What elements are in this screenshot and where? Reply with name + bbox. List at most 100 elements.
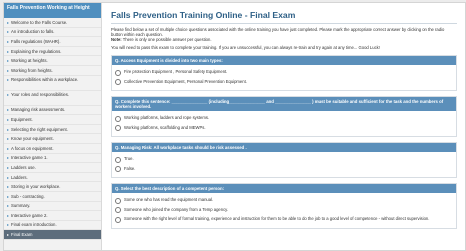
bullet-arrow-icon: ▸ <box>7 126 10 132</box>
sidebar-item[interactable]: ▸ An introduction to falls. <box>4 28 101 38</box>
answer-label: True. <box>124 156 134 161</box>
intro-instructions: Please find below a set of multiple choi… <box>111 27 457 42</box>
sidebar-item[interactable]: ▸ Ladders. <box>4 173 101 183</box>
bullet-arrow-icon: ▸ <box>7 174 10 180</box>
answer-label: Someone who joined the company from a Te… <box>124 206 229 212</box>
intro-note-label: Note: <box>111 37 122 42</box>
bullet-arrow-icon: ▸ <box>7 193 10 199</box>
sidebar-item[interactable]: ▸ Equipment. <box>4 115 101 125</box>
answer-option[interactable]: Fire protection Equipment , Personal Saf… <box>115 69 453 76</box>
sidebar-item-label: Welcome to the Falls Course. <box>11 19 68 25</box>
answer-radio[interactable] <box>115 125 121 131</box>
answer-option[interactable]: Working platforms, scaffolding and MEWPs… <box>115 125 453 131</box>
question-block: Q. Select the best description of a comp… <box>111 183 457 229</box>
sidebar-item-label: Managing risk assessments. <box>11 107 66 113</box>
bullet-arrow-icon: ▸ <box>7 91 10 97</box>
question-text: Q. Access Equipment is divided into two … <box>112 56 456 65</box>
bullet-arrow-icon: ▸ <box>7 232 10 238</box>
sidebar-item-label: Ladders. <box>11 174 28 180</box>
sidebar-item[interactable]: ▸ Ladders use. <box>4 163 101 173</box>
sidebar-item[interactable]: ▸ Storing in your workplace. <box>4 182 101 192</box>
answer-radio[interactable] <box>115 166 121 172</box>
sidebar-item[interactable]: ▸ Working from heights. <box>4 66 101 76</box>
answer-radio[interactable] <box>115 156 121 163</box>
sidebar-item[interactable]: ▸ Final Exam <box>4 230 101 240</box>
sidebar-item-label: Summary. <box>11 203 31 209</box>
sidebar-item[interactable]: ▸ Managing risk assessments. <box>4 106 101 116</box>
sidebar-item[interactable]: ▸ Interactive game 2. <box>4 211 101 221</box>
bullet-arrow-icon: ▸ <box>7 222 10 228</box>
sidebar-item[interactable]: ▸ Sub - contracting. <box>4 192 101 202</box>
title-divider <box>111 23 457 24</box>
sidebar-item-label: Working from heights. <box>11 67 53 73</box>
app-window: Falls Prevention Working at Height ▸ Welc… <box>3 2 466 251</box>
main-content: Falls Prevention Training Online - Final… <box>105 3 463 250</box>
bullet-arrow-icon: ▸ <box>7 107 10 113</box>
bullet-arrow-icon: ▸ <box>7 76 10 82</box>
answer-radio[interactable] <box>115 79 121 85</box>
bullet-arrow-icon: ▸ <box>7 184 10 190</box>
page-title: Falls Prevention Training Online - Final… <box>111 10 296 20</box>
sidebar-item[interactable]: ▸ Welcome to the Falls Course. <box>4 18 101 28</box>
sidebar-item[interactable]: ▸ Interactive game 1. <box>4 154 101 164</box>
question-block: Q. Managing Risk: All workplace tasks sh… <box>111 142 457 178</box>
sidebar-item[interactable]: ▸ Responsibilities within a workplace. <box>4 76 101 91</box>
answer-radio[interactable] <box>115 207 121 213</box>
intro-good-luck: You will need to pass this exam to compl… <box>111 45 380 50</box>
bullet-arrow-icon: ▸ <box>7 212 10 218</box>
answer-option[interactable]: Collective Prevention Equipment, Persona… <box>115 79 453 85</box>
bullet-arrow-icon: ▸ <box>7 29 10 35</box>
sidebar-item-label: Final Exam <box>11 232 33 238</box>
sidebar-item-label: A focus on equipment. <box>11 145 54 151</box>
bullet-arrow-icon: ▸ <box>7 58 10 64</box>
sidebar-item-label: Your roles and responsibilities. <box>11 91 70 97</box>
answer-option[interactable]: Someone with the right level of formal t… <box>115 216 453 223</box>
question-text: Q. Managing Risk: All workplace tasks sh… <box>112 143 456 152</box>
sidebar-item[interactable]: ▸ Final exam introduction. <box>4 221 101 231</box>
bullet-arrow-icon: ▸ <box>7 164 10 170</box>
bullet-arrow-icon: ▸ <box>7 203 10 209</box>
sidebar-item-label: Interactive game 2. <box>11 212 48 218</box>
bullet-arrow-icon: ▸ <box>7 38 10 44</box>
sidebar-item-label: Know your equipment. <box>11 136 54 142</box>
bullet-arrow-icon: ▸ <box>7 67 10 73</box>
answer-option[interactable]: Someone who joined the company from a Te… <box>115 206 453 213</box>
course-sidebar: Falls Prevention Working at Height ▸ Welc… <box>4 3 102 250</box>
sidebar-item[interactable]: ▸ Selecting the right equipment. <box>4 125 101 135</box>
answer-options: True. False. <box>112 152 456 177</box>
answer-option[interactable]: True. <box>115 156 453 163</box>
sidebar-item-label: Selecting the right equipment. <box>11 126 68 132</box>
sidebar-item[interactable]: ▸ Explaining the regulations. <box>4 47 101 57</box>
answer-label: False. <box>124 165 136 171</box>
answer-radio[interactable] <box>115 69 121 76</box>
sidebar-header: Falls Prevention Working at Height <box>4 3 101 18</box>
sidebar-item[interactable]: ▸ Your roles and responsibilities. <box>4 91 101 106</box>
sidebar-item-label: Interactive game 1. <box>11 155 48 161</box>
bullet-arrow-icon: ▸ <box>7 19 10 25</box>
answer-option[interactable]: Some one who has read the equipment manu… <box>115 197 453 204</box>
question-block: Q. Complete this sentence: _____________… <box>111 96 457 137</box>
sidebar-item[interactable]: ▸ A focus on equipment. <box>4 144 101 154</box>
sidebar-item-label: Falls regulations (WAHR). <box>11 38 61 44</box>
answer-radio[interactable] <box>115 197 121 204</box>
answer-label: Someone with the right level of formal t… <box>124 216 430 221</box>
answer-radio[interactable] <box>115 115 121 122</box>
question-list: Q. Access Equipment is divided into two … <box>105 55 463 229</box>
sidebar-item-label: Sub - contracting. <box>11 193 45 199</box>
sidebar-item-label: Explaining the regulations. <box>11 48 62 54</box>
sidebar-item-label: Working at heights. <box>11 58 48 64</box>
answer-option[interactable]: False. <box>115 165 453 172</box>
bullet-arrow-icon: ▸ <box>7 155 10 161</box>
answer-options: Some one who has read the equipment manu… <box>112 193 456 228</box>
sidebar-item-label: Storing in your workplace. <box>11 184 61 190</box>
answer-label: Some one who has read the equipment manu… <box>124 197 214 202</box>
sidebar-item[interactable]: ▸ Know your equipment. <box>4 134 101 144</box>
answer-radio[interactable] <box>115 216 121 223</box>
bullet-arrow-icon: ▸ <box>7 116 10 122</box>
sidebar-item[interactable]: ▸ Falls regulations (WAHR). <box>4 37 101 47</box>
sidebar-item-label: Final exam introduction. <box>11 222 57 228</box>
sidebar-item[interactable]: ▸ Working at heights. <box>4 56 101 66</box>
question-text: Q. Complete this sentence: _____________… <box>112 97 456 111</box>
answer-option[interactable]: Working platforms, ladders and rope syst… <box>115 115 453 122</box>
sidebar-item[interactable]: ▸ Summary. <box>4 202 101 212</box>
